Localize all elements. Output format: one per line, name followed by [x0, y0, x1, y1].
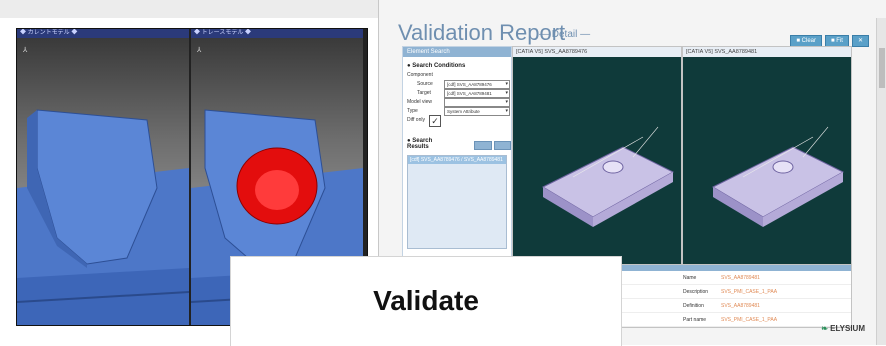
search-results-header: ● Search Results: [403, 138, 511, 152]
target-select[interactable]: [cdf] SVS_AA8789481: [444, 89, 510, 98]
elysium-logo: ❧ ELYSIUM: [821, 324, 865, 333]
model-view-source[interactable]: [CATIA V5] SVS_AA8789476: [512, 46, 682, 266]
vertical-scrollbar[interactable]: [876, 18, 886, 345]
elysium-mark-icon: ❧: [821, 324, 828, 333]
current-model-pane[interactable]: ◆ カレントモデル ◆ ⅄: [17, 29, 189, 325]
target-part-render: [711, 126, 845, 227]
diff-only-row: Diff only ✓: [407, 115, 511, 128]
model-view-row: Model view: [407, 98, 511, 107]
validate-caption: Validate: [373, 285, 479, 316]
close-button[interactable]: ✕: [851, 35, 869, 47]
current-model-title: ◆ カレントモデル ◆: [17, 29, 189, 38]
diff-only-checkbox[interactable]: ✓: [429, 115, 441, 127]
search-results-list[interactable]: [cdf] SVS_AA8789476 / SVS_AA8789481: [407, 155, 507, 249]
list-item[interactable]: [cdf] SVS_AA8789476 / SVS_AA8789481: [408, 156, 506, 164]
source-select[interactable]: [cdf] SVS_AA8789476: [444, 80, 510, 89]
search-results-next-button[interactable]: [493, 140, 511, 150]
view-source-header: [CATIA V5] SVS_AA8789476: [513, 47, 681, 57]
model-view-select[interactable]: [444, 98, 510, 107]
type-select[interactable]: System Attribute: [444, 107, 510, 116]
validate-caption-box: Validate: [230, 256, 622, 346]
component-row: Component: [407, 72, 433, 78]
view-target-header: [CATIA V5] SVS_AA8789481: [683, 47, 851, 57]
target-row: Target [cdf] SVS_AA8789481: [407, 89, 511, 98]
model-view-target[interactable]: [CATIA V5] SVS_AA8789481: [682, 46, 852, 266]
type-row: Type System Attribute: [407, 107, 511, 116]
scrollbar-thumb[interactable]: [879, 48, 885, 88]
element-search-header: Element Search: [403, 47, 511, 57]
search-results-prev-button[interactable]: [474, 140, 492, 150]
search-results-title: ● Search Results: [407, 138, 433, 150]
current-model-render: ⅄: [17, 46, 189, 325]
trace-model-title: ◆ トレースモデル ◆: [191, 29, 363, 38]
search-conditions-title: ● Search Conditions: [407, 63, 466, 69]
axis-triad-icon: ⅄: [196, 46, 202, 54]
source-row: Source [cdf] SVS_AA8789476: [407, 80, 511, 89]
source-part-render: [541, 126, 675, 227]
axis-triad-icon: ⅄: [22, 46, 28, 54]
page-subtitle: — Detail —: [539, 29, 591, 40]
